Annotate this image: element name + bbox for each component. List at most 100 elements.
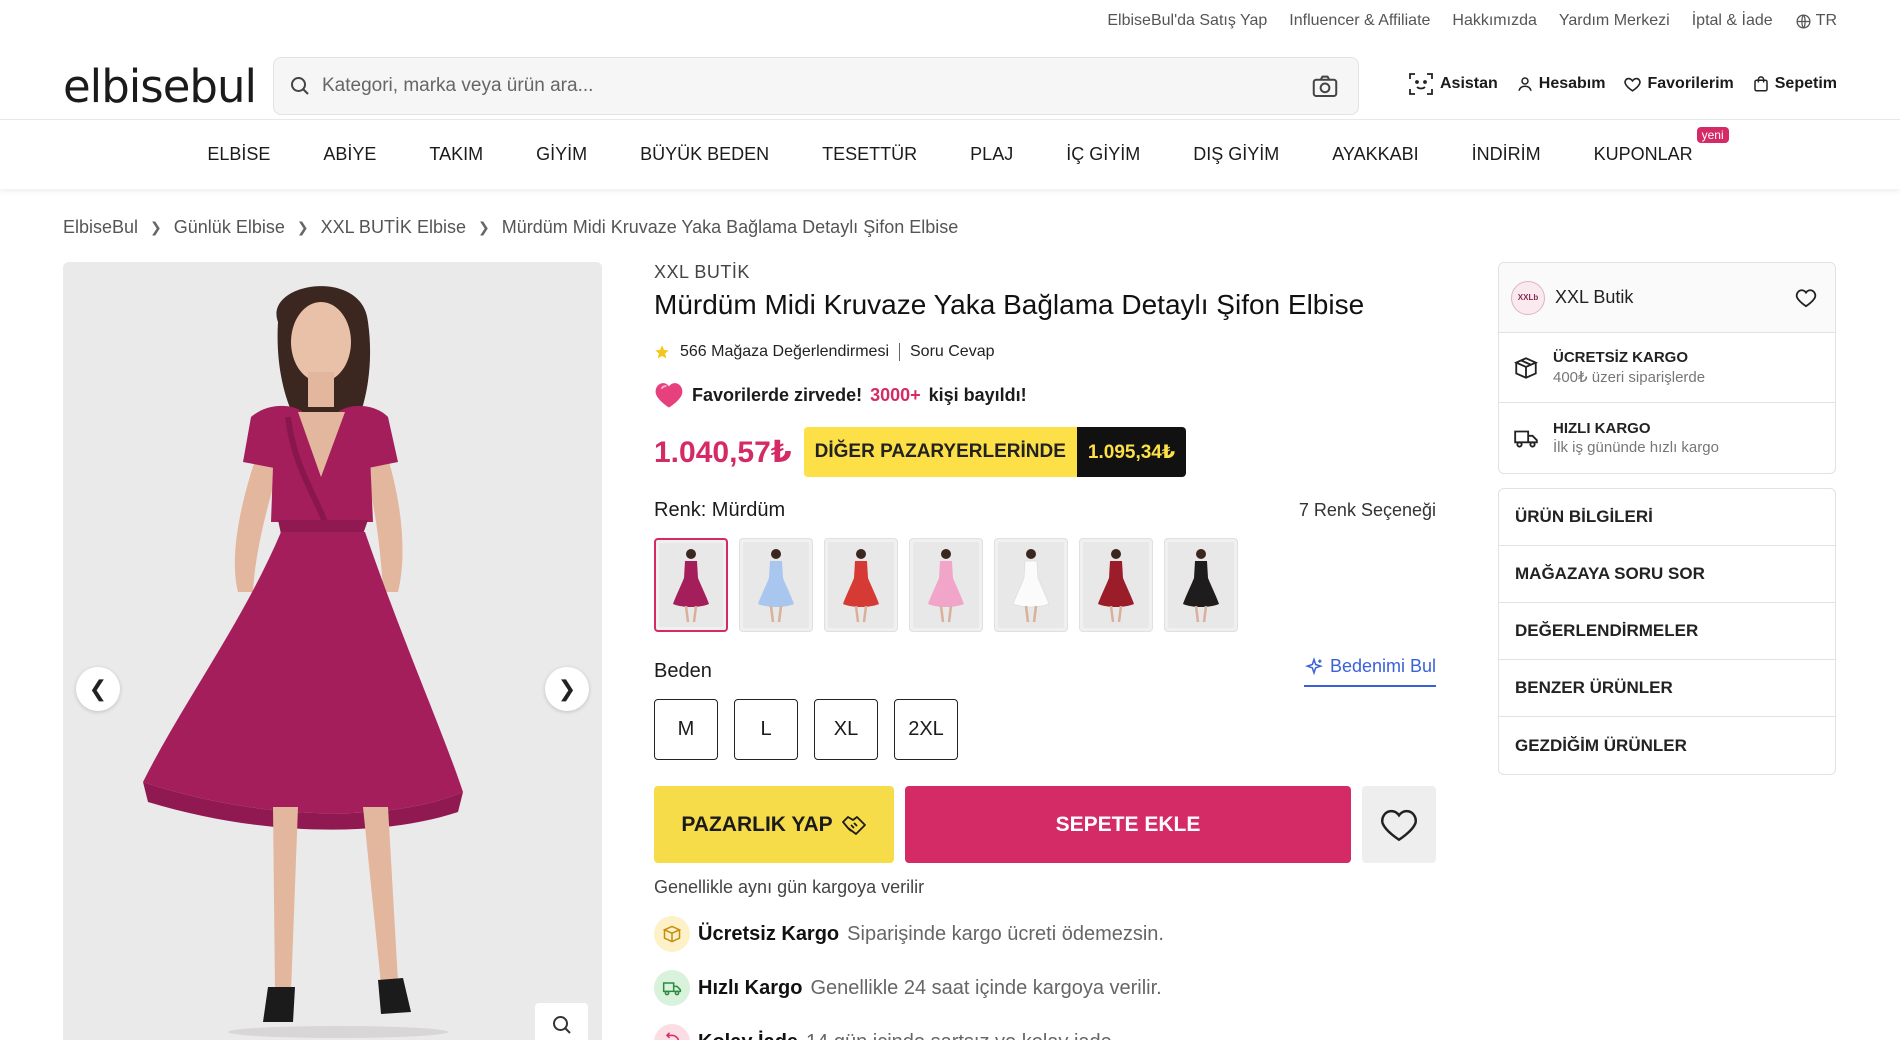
breadcrumb-item[interactable]: ElbiseBul	[63, 217, 138, 238]
seller-panel: XXLb XXL Butik ÜCRETSİZ KARGO 400₺ üzeri…	[1498, 262, 1836, 775]
price-row: 1.040,57₺ DİĞER PAZARYERLERİNDE 1.095,34…	[654, 427, 1436, 477]
nav-item-buyuk-beden[interactable]: BÜYÜK BEDEN	[640, 144, 769, 165]
color-swatch[interactable]	[824, 538, 898, 632]
favorites-button[interactable]: Favorilerim	[1623, 75, 1734, 94]
chevron-right-icon: ❯	[557, 676, 577, 701]
seller-header[interactable]: XXLb XXL Butik	[1499, 263, 1835, 333]
feature-title: Hızlı Kargo	[698, 976, 803, 999]
breadcrumb-item[interactable]: Günlük Elbise	[174, 217, 285, 238]
assistant-button[interactable]: Asistan	[1407, 70, 1498, 98]
find-size-label: Bedenimi Bul	[1329, 656, 1436, 676]
breadcrumb-current: Mürdüm Midi Kruvaze Yaka Bağlama Detaylı…	[501, 217, 959, 237]
search-input[interactable]	[322, 75, 1310, 97]
globe-icon	[1796, 13, 1811, 29]
menu-product-info[interactable]: ÜRÜN BİLGİLERİ	[1499, 489, 1835, 546]
product-brand[interactable]: XXL BUTİK	[654, 262, 1436, 283]
breadcrumb-item[interactable]: XXL BUTİK Elbise	[321, 217, 466, 238]
size-option-xl[interactable]: XL	[814, 699, 878, 760]
cart-button[interactable]: Sepetim	[1752, 75, 1837, 93]
breadcrumb: ElbiseBul ❯ Günlük Elbise ❯ XXL BUTİK El…	[63, 217, 958, 238]
chevron-left-icon: ❮	[88, 676, 108, 701]
chevron-right-icon: ❯	[296, 219, 309, 235]
nav-item-dis-giyim[interactable]: DIŞ GİYİM	[1193, 144, 1279, 165]
handshake-icon	[841, 815, 866, 835]
truck-icon	[1514, 430, 1538, 448]
size-option-l[interactable]: L	[734, 699, 798, 760]
nav-item-plaj[interactable]: PLAJ	[970, 144, 1013, 165]
dress-thumbnail	[1012, 549, 1050, 623]
feature-desc: 14 gün içinde şartsız ve kolay iade.	[806, 1031, 1117, 1040]
user-icon	[1518, 77, 1532, 91]
nav-item-giyim[interactable]: GİYİM	[536, 144, 587, 165]
shipping-subtitle: 400₺ üzeri siparişlerde	[1553, 369, 1706, 386]
color-swatch[interactable]	[1164, 538, 1238, 632]
shipping-title: ÜCRETSİZ KARGO	[1553, 349, 1688, 366]
top-links: ElbiseBul'da Satış Yap Influencer & Affi…	[1107, 0, 1837, 42]
truck-icon	[654, 970, 690, 1006]
store-rating-count[interactable]: 566 Mağaza Değerlendirmesi	[680, 343, 889, 361]
product-title: Mürdüm Midi Kruvaze Yaka Bağlama Detaylı…	[654, 289, 1365, 320]
add-to-favorites-button[interactable]	[1362, 786, 1436, 863]
size-option-2xl[interactable]: 2XL	[894, 699, 958, 760]
nav-item-kuponlar-label: KUPONLAR	[1593, 144, 1693, 164]
cta-row: PAZARLIK YAP SEPETE EKLE	[654, 786, 1436, 863]
zoom-button[interactable]	[535, 1003, 588, 1040]
nav-item-ic-giyim[interactable]: İÇ GİYİM	[1066, 144, 1140, 165]
other-market-label: DİĞER PAZARYERLERİNDE	[803, 427, 1077, 477]
site-logo[interactable]: elbisebul	[63, 58, 257, 116]
nav-item-elbise[interactable]: ELBİSE	[207, 144, 270, 165]
product-section-menu: ÜRÜN BİLGİLERİ MAĞAZAYA SORU SOR DEĞERLE…	[1498, 488, 1836, 775]
add-to-cart-button[interactable]: SEPETE EKLE	[905, 786, 1351, 863]
feature-easy-return: Kolay İade 14 gün içinde şartsız ve kola…	[654, 1024, 1436, 1040]
size-option-m[interactable]: M	[654, 699, 718, 760]
feature-free-shipping: Ücretsiz Kargo Siparişinde kargo ücreti …	[654, 916, 1436, 952]
bargain-button[interactable]: PAZARLIK YAP	[654, 786, 894, 863]
menu-viewed-products[interactable]: GEZDİĞİM ÜRÜNLER	[1499, 717, 1835, 774]
nav-item-takim[interactable]: TAKIM	[429, 144, 483, 165]
top-link-influencer[interactable]: Influencer & Affiliate	[1289, 12, 1430, 30]
top-link-returns[interactable]: İptal & İade	[1692, 12, 1773, 30]
product-price: 1.040,57₺	[654, 435, 792, 469]
box-icon	[1513, 356, 1539, 379]
product-gallery[interactable]: ❮ ❯	[63, 262, 602, 1040]
category-nav: ELBİSE ABİYE TAKIM GİYİM BÜYÜK BEDEN TES…	[0, 119, 1900, 189]
top-link-help[interactable]: Yardım Merkezi	[1559, 12, 1670, 30]
nav-item-kuponlar[interactable]: KUPONLAR yeni	[1593, 127, 1729, 165]
new-badge: yeni	[1696, 127, 1729, 143]
color-swatch[interactable]	[994, 538, 1068, 632]
chevron-right-icon: ❯	[477, 219, 490, 235]
menu-similar-products[interactable]: BENZER ÜRÜNLER	[1499, 660, 1835, 717]
nav-item-ayakkabi[interactable]: AYAKKABI	[1332, 144, 1418, 165]
nav-item-indirim[interactable]: İNDİRİM	[1472, 144, 1541, 165]
feature-fast-shipping: Hızlı Kargo Genellikle 24 saat içinde ka…	[654, 970, 1436, 1006]
menu-ask-store[interactable]: MAĞAZAYA SORU SOR	[1499, 546, 1835, 603]
size-label: Beden	[654, 660, 712, 682]
camera-icon[interactable]	[1310, 71, 1340, 101]
color-label: Renk: Mürdüm	[654, 499, 786, 521]
rating-row: 566 Mağaza Değerlendirmesi Soru Cevap	[654, 343, 1436, 361]
color-swatch[interactable]	[1079, 538, 1153, 632]
fav-count: 3000+	[870, 384, 921, 405]
color-swatch[interactable]	[654, 538, 728, 632]
nav-item-tesettur[interactable]: TESETTÜR	[822, 144, 917, 165]
gallery-next-button[interactable]: ❯	[545, 667, 589, 711]
dress-thumbnail	[758, 549, 794, 623]
heart-icon	[1381, 809, 1417, 841]
follow-heart-icon[interactable]	[1795, 288, 1817, 308]
shipping-subtitle: İlk iş gününde hızlı kargo	[1553, 439, 1719, 456]
find-size-link[interactable]: Bedenimi Bul	[1303, 656, 1436, 687]
menu-reviews[interactable]: DEĞERLENDİRMELER	[1499, 603, 1835, 660]
qa-link[interactable]: Soru Cevap	[910, 343, 995, 361]
top-link-about[interactable]: Hakkımızda	[1452, 12, 1536, 30]
top-link-sell[interactable]: ElbiseBul'da Satış Yap	[1107, 12, 1267, 30]
account-button[interactable]: Hesabım	[1516, 75, 1605, 93]
color-swatch[interactable]	[739, 538, 813, 632]
dress-thumbnail	[928, 549, 964, 623]
color-swatch[interactable]	[909, 538, 983, 632]
seller-name[interactable]: XXL Butik	[1555, 287, 1795, 308]
gallery-prev-button[interactable]: ❮	[76, 667, 120, 711]
language-selector[interactable]: TR	[1795, 12, 1837, 30]
nav-item-abiye[interactable]: ABİYE	[323, 144, 376, 165]
magnifier-icon	[552, 1016, 571, 1034]
product-info: XXL BUTİK Mürdüm Midi Kruvaze Yaka Bağla…	[654, 262, 1436, 1040]
